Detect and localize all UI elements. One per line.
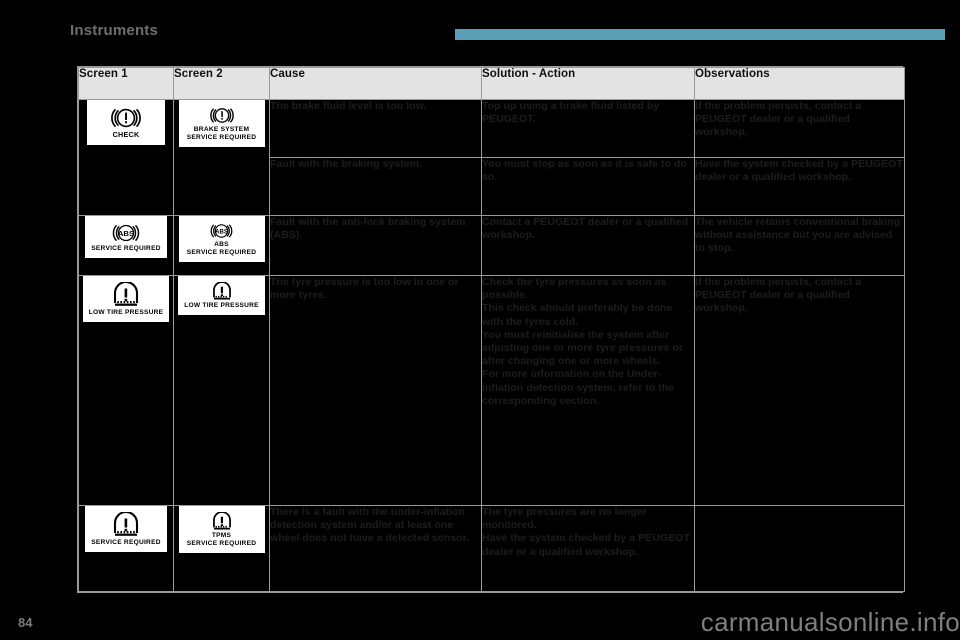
observations-text: The vehicle retains conventional braking… xyxy=(695,216,901,255)
table-row: ABS SERVICE REQUIRED ABS ABS SERVICE REQ… xyxy=(78,215,905,276)
manual-page: Instruments Screen 1 Screen 2 Cause Solu… xyxy=(0,0,960,640)
icon-label: LOW TIRE PRESSURE xyxy=(184,302,259,309)
brake-warning-icon: CHECK xyxy=(87,100,165,145)
cell-screen-1-abs: ABS SERVICE REQUIRED xyxy=(78,215,174,276)
column-header-cause: Cause xyxy=(269,67,482,100)
icon-label: ABS SERVICE REQUIRED xyxy=(186,241,257,256)
page-number: 84 xyxy=(18,615,33,630)
tyre-pressure-glyph xyxy=(113,282,139,306)
tyre-pressure-glyph xyxy=(113,512,139,536)
cell-solution: Check the tyre pressures as soon as poss… xyxy=(481,275,695,506)
cell-screen-1-low-tyre-pressure: LOW TIRE PRESSURE xyxy=(78,275,174,506)
svg-text:ABS: ABS xyxy=(118,229,134,238)
cell-solution: Top up using a brake fluid listed by PEU… xyxy=(481,99,695,158)
cell-observations: The vehicle retains conventional braking… xyxy=(694,215,905,276)
cell-observations: If the problem persists, contact a PEUGE… xyxy=(694,99,905,158)
icon-label: SERVICE REQUIRED xyxy=(91,245,161,252)
icon-label: SERVICE REQUIRED xyxy=(91,539,161,546)
abs-service-required-icon: ABS ABS SERVICE REQUIRED xyxy=(178,216,265,262)
table-row: LOW TIRE PRESSURE LOW TIRE PRESSURE The … xyxy=(78,275,905,506)
cell-solution: The tyre pressures are no longer monitor… xyxy=(481,505,695,592)
tpms-service-required-icon: TPMS SERVICE REQUIRED xyxy=(178,506,265,553)
solution-text: Top up using a brake fluid listed by PEU… xyxy=(482,100,660,126)
column-header-screen-2: Screen 2 xyxy=(173,67,270,100)
brake-system-service-required-icon: BRAKE SYSTEM SERVICE REQUIRED xyxy=(178,100,265,147)
observations-text: If the problem persists, contact a PEUGE… xyxy=(695,276,862,315)
cell-screen-2-tpms: TPMS SERVICE REQUIRED xyxy=(173,505,270,592)
svg-text:ABS: ABS xyxy=(215,229,228,235)
header-accent-rule xyxy=(455,29,945,40)
cause-text: The tyre pressure is too low in one or m… xyxy=(270,276,459,302)
observations-text: If the problem persists, contact a PEUGE… xyxy=(695,100,862,139)
icon-label: CHECK xyxy=(112,130,140,139)
cell-cause: There is a fault with the under-inflatio… xyxy=(269,505,482,592)
warning-lamp-table: Screen 1 Screen 2 Cause Solution - Actio… xyxy=(77,66,905,593)
cause-text: Fault with the anti-lock braking system … xyxy=(270,216,466,242)
column-header-screen-1: Screen 1 xyxy=(78,67,174,100)
abs-warning-glyph: ABS xyxy=(112,224,140,242)
cell-cause: Fault with the braking system. xyxy=(269,157,482,216)
cell-cause: The brake fluid level is too low. xyxy=(269,99,482,158)
abs-warning-glyph: ABS xyxy=(210,224,233,238)
cause-text: Fault with the braking system. xyxy=(270,158,423,170)
brake-warning-glyph xyxy=(111,108,141,128)
cell-solution: You must stop as soon as it is safe to d… xyxy=(481,157,695,216)
icon-label: BRAKE SYSTEM SERVICE REQUIRED xyxy=(186,126,257,141)
solution-text: The tyre pressures are no longer monitor… xyxy=(482,506,690,558)
tyre-pressure-icon: SERVICE REQUIRED xyxy=(85,506,167,552)
cause-text: There is a fault with the under-inflatio… xyxy=(270,506,470,545)
cell-screen-2-brake: BRAKE SYSTEM SERVICE REQUIRED xyxy=(173,99,270,216)
cell-cause: Fault with the anti-lock braking system … xyxy=(269,215,482,276)
solution-text: Contact a PEUGEOT dealer or a qualified … xyxy=(482,216,689,242)
abs-warning-icon: ABS SERVICE REQUIRED xyxy=(85,216,167,258)
observations-text: Have the system checked by a PEUGEOT dea… xyxy=(695,158,903,184)
table-header-row: Screen 1 Screen 2 Cause Solution - Actio… xyxy=(78,67,905,100)
tyre-pressure-icon: LOW TIRE PRESSURE xyxy=(178,276,265,315)
tyre-pressure-icon: LOW TIRE PRESSURE xyxy=(82,276,170,322)
cell-screen-1-brake: CHECK xyxy=(78,99,174,216)
table-row: SERVICE REQUIRED TPMS SERVICE REQUIRED T… xyxy=(78,505,905,592)
solution-text: Check the tyre pressures as soon as poss… xyxy=(482,276,683,407)
page-title: Instruments xyxy=(70,22,159,39)
cell-solution: Contact a PEUGEOT dealer or a qualified … xyxy=(481,215,695,276)
icon-label: TPMS SERVICE REQUIRED xyxy=(186,532,257,547)
tyre-pressure-glyph xyxy=(212,512,231,530)
cell-screen-2-low-tyre-pressure: LOW TIRE PRESSURE xyxy=(173,275,270,506)
cell-observations: Have the system checked by a PEUGEOT dea… xyxy=(694,157,905,216)
site-watermark: carmanualsonline.info xyxy=(700,607,960,637)
cell-cause: The tyre pressure is too low in one or m… xyxy=(269,275,482,506)
table-row: CHECK BRAKE SYSTEM SERVICE REQUIRED The … xyxy=(78,99,905,216)
cause-text: The brake fluid level is too low. xyxy=(270,100,427,112)
tyre-pressure-glyph xyxy=(212,282,231,300)
cell-screen-1-tpms: SERVICE REQUIRED xyxy=(78,505,174,592)
cell-observations xyxy=(694,505,905,592)
column-header-observations: Observations xyxy=(694,67,905,100)
icon-label: LOW TIRE PRESSURE xyxy=(88,309,164,316)
column-header-solution-action: Solution - Action xyxy=(481,67,695,100)
brake-warning-glyph xyxy=(209,108,234,123)
solution-text: You must stop as soon as it is safe to d… xyxy=(482,158,687,184)
cell-screen-2-abs: ABS ABS SERVICE REQUIRED xyxy=(173,215,270,276)
cell-observations: If the problem persists, contact a PEUGE… xyxy=(694,275,905,506)
